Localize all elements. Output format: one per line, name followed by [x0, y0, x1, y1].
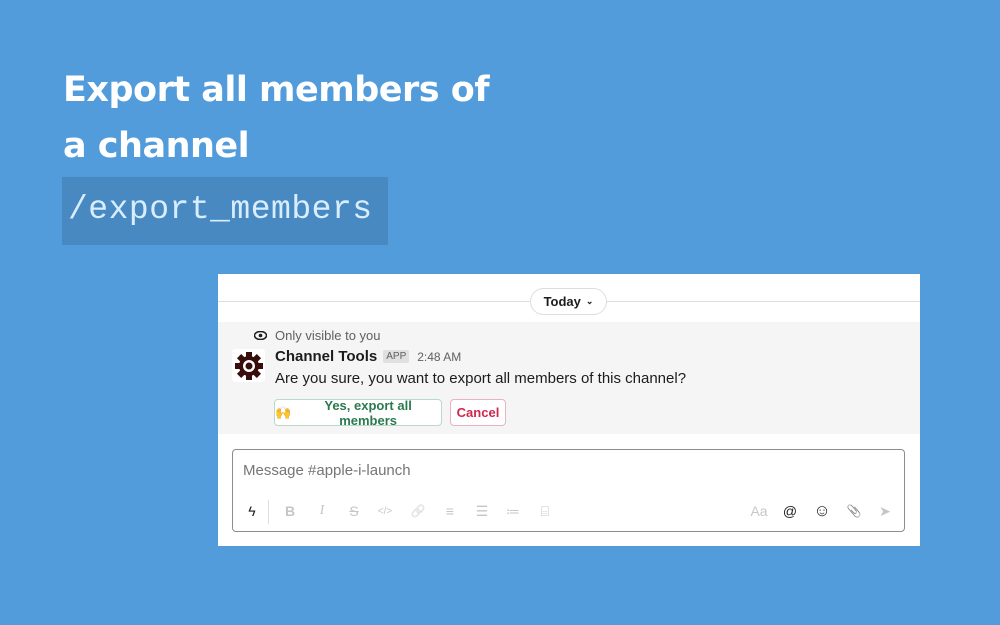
visibility-note: Only visible to you — [254, 328, 381, 343]
visibility-text: Only visible to you — [275, 328, 381, 343]
headline-line-1: Export all members of — [63, 70, 490, 110]
command-box: /export_members — [62, 177, 388, 245]
headline-line-2: a channel — [63, 126, 250, 166]
date-label: Today — [543, 294, 581, 309]
bullet-list-icon[interactable]: ☰ — [472, 500, 492, 522]
toolbar-separator — [268, 500, 269, 524]
confirm-export-button[interactable]: 🙌 Yes, export all members — [274, 397, 442, 428]
formatting-icon[interactable]: Aa — [749, 500, 769, 522]
headline: Export all members of a channel — [63, 62, 490, 174]
shortcuts-icon[interactable]: ϟ — [242, 500, 262, 522]
message-composer: ϟ B I S </> 🔗 ≡ ☰ ≔ ⌸ Aa @ ☺ 📎 ➤ — [232, 449, 905, 532]
message-text: Are you sure, you want to export all mem… — [275, 370, 687, 387]
timestamp[interactable]: 2:48 AM — [417, 350, 461, 364]
gear-icon — [234, 351, 263, 380]
link-icon[interactable]: 🔗 — [408, 500, 428, 522]
message: Only visible to you Channel Tools APP 2:… — [218, 322, 920, 434]
strikethrough-icon[interactable]: S — [344, 500, 364, 522]
sender-name[interactable]: Channel Tools — [275, 348, 377, 365]
date-divider-button[interactable]: Today ⌄ — [530, 288, 607, 315]
cancel-button[interactable]: Cancel — [450, 399, 506, 426]
confirm-label: Yes, export all members — [324, 397, 412, 428]
sender-line: Channel Tools APP 2:48 AM — [275, 348, 461, 365]
code-icon[interactable]: </> — [375, 500, 395, 522]
send-icon[interactable]: ➤ — [875, 500, 895, 522]
bold-icon[interactable]: B — [280, 500, 300, 522]
code-block-icon[interactable]: ⌸ — [535, 500, 555, 522]
avatar[interactable] — [232, 349, 265, 382]
attach-icon[interactable]: 📎 — [844, 500, 864, 522]
chevron-down-icon: ⌄ — [585, 296, 594, 306]
blockquote-icon[interactable]: ≔ — [503, 500, 523, 522]
ordered-list-icon[interactable]: ≡ — [440, 500, 460, 522]
command-text: /export_members — [68, 191, 373, 228]
raised-hands-icon: 🙌 — [275, 404, 292, 420]
eye-icon — [254, 331, 267, 340]
mention-icon[interactable]: @ — [780, 500, 800, 522]
app-badge: APP — [383, 350, 410, 363]
emoji-icon[interactable]: ☺ — [812, 500, 832, 522]
message-input[interactable] — [243, 462, 843, 479]
composer-toolbar: ϟ B I S </> 🔗 ≡ ☰ ≔ ⌸ Aa @ ☺ 📎 ➤ — [233, 500, 904, 524]
italic-icon[interactable]: I — [312, 500, 332, 522]
slack-panel: Today ⌄ Only visible to you Channel Tool… — [218, 274, 920, 546]
